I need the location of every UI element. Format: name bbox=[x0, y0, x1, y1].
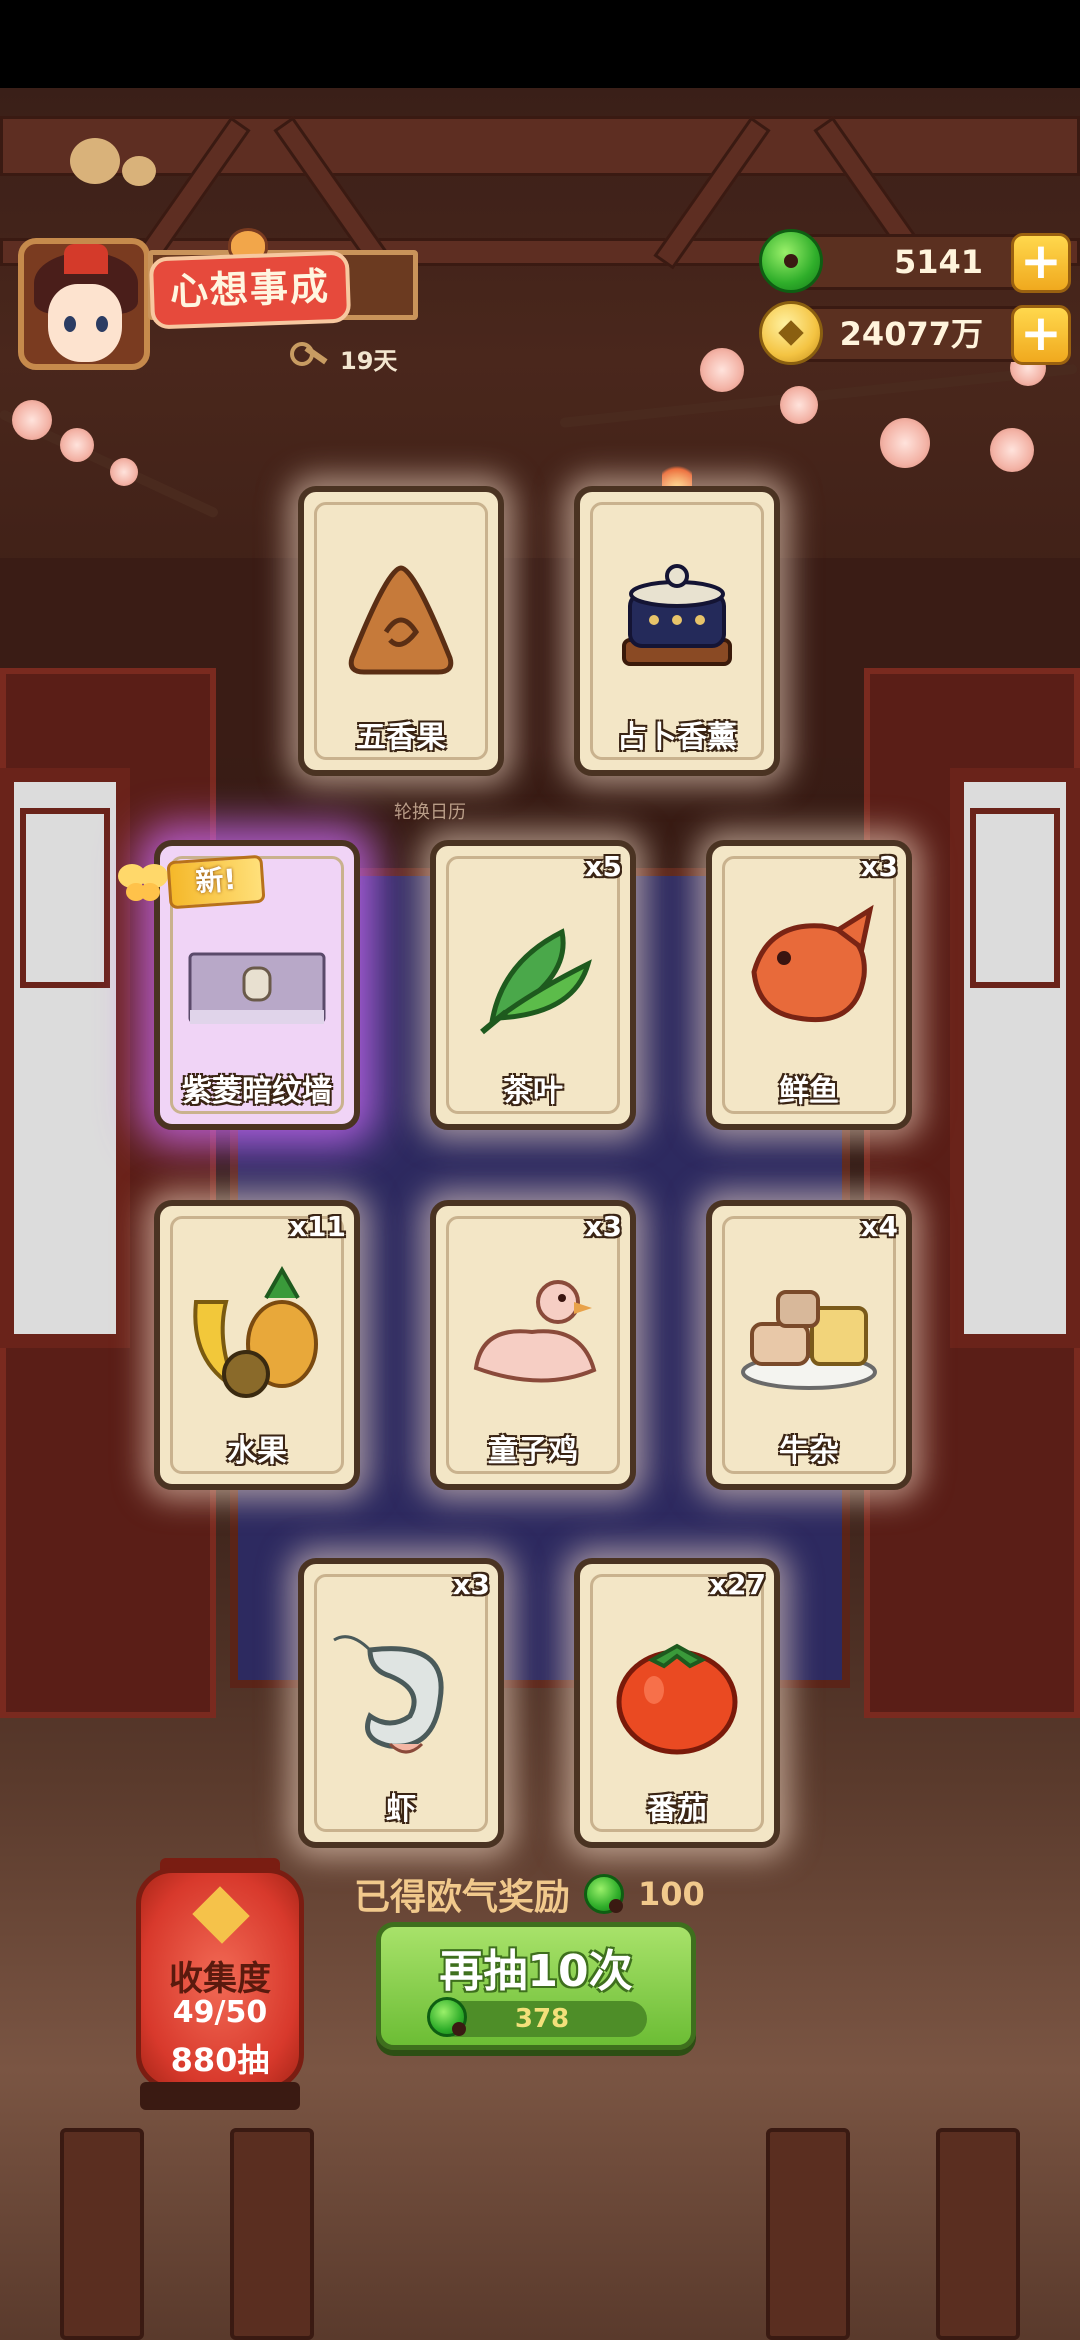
chicken-icon bbox=[473, 1280, 597, 1383]
add-jade-button[interactable]: + bbox=[1011, 233, 1071, 293]
fish-icon bbox=[751, 904, 874, 1023]
floor-post bbox=[230, 2128, 314, 2340]
days-counter: 19天 bbox=[290, 338, 397, 378]
card-name: 鲜鱼 bbox=[779, 1074, 839, 1109]
avatar-crown bbox=[64, 244, 108, 274]
gold-coin-icon bbox=[759, 301, 823, 365]
draw-cost-bar: 378 bbox=[427, 1997, 647, 2037]
collection-draws: 880抽 bbox=[170, 2041, 270, 2079]
floor-post bbox=[766, 2128, 850, 2340]
fruit-icon bbox=[193, 1265, 318, 1398]
window-lattice bbox=[970, 808, 1060, 988]
card-shrimp[interactable]: x3 虾 bbox=[298, 1558, 504, 1848]
new-badge: 新! bbox=[166, 854, 266, 910]
card-name: 童子鸡 bbox=[488, 1434, 578, 1469]
avatar-eye bbox=[96, 316, 108, 332]
blossom bbox=[990, 428, 1034, 472]
shrimp-icon bbox=[333, 1635, 444, 1754]
card-beef-offal[interactable]: x4 牛杂 bbox=[706, 1200, 912, 1490]
reward-text: 已得欧气奖励 bbox=[354, 1877, 571, 1918]
card-count: x3 bbox=[860, 850, 898, 883]
tomato-icon bbox=[616, 1643, 738, 1755]
card-fish[interactable]: x3 鲜鱼 bbox=[706, 840, 912, 1130]
purple-wall-icon bbox=[188, 952, 326, 1024]
status-bar bbox=[0, 0, 1080, 88]
incense-burner-icon bbox=[622, 564, 732, 666]
add-gold-button[interactable]: + bbox=[1011, 305, 1071, 365]
draw-cost: 378 bbox=[514, 2004, 570, 2034]
blossom bbox=[12, 400, 52, 440]
reward-value: 100 bbox=[638, 1875, 705, 1913]
fu-charm-icon bbox=[192, 1886, 250, 1944]
butterfly-icon bbox=[118, 864, 168, 901]
card-count: x4 bbox=[860, 1210, 898, 1243]
roof-beam bbox=[0, 116, 1080, 176]
card-name: 虾 bbox=[386, 1792, 416, 1827]
draw-again-button[interactable]: 再抽10次 378 bbox=[376, 1922, 696, 2050]
card-name: 番茄 bbox=[647, 1792, 707, 1827]
card-count: x3 bbox=[584, 1210, 622, 1243]
tea-leaf-icon bbox=[480, 928, 592, 1035]
gold-amount: 24077万 bbox=[839, 315, 983, 353]
card-incense-burner[interactable]: 占卜香薰 bbox=[574, 486, 780, 776]
window-lattice bbox=[20, 808, 110, 988]
card-name: 水果 bbox=[227, 1434, 287, 1469]
card-name: 紫菱暗纹墙 bbox=[182, 1074, 332, 1109]
blossom bbox=[880, 418, 930, 468]
avatar-eye bbox=[64, 316, 76, 332]
jade-coin-icon bbox=[759, 229, 823, 293]
chick-decoration bbox=[122, 156, 156, 186]
jade-coin-icon bbox=[584, 1874, 625, 1914]
floor-post bbox=[60, 2128, 144, 2340]
reward-row: 已得欧气奖励 100 bbox=[354, 1866, 705, 1922]
rotate-calendar-label: 轮换日历 bbox=[394, 802, 466, 823]
blossom bbox=[780, 386, 818, 424]
collection-lantern[interactable]: 收集度 49/50 880抽 bbox=[136, 1868, 304, 2090]
jade-currency: 5141 + bbox=[759, 229, 1071, 293]
beef-offal-icon bbox=[741, 1290, 877, 1390]
card-count: x5 bbox=[584, 850, 622, 883]
card-count: x27 bbox=[708, 1568, 766, 1601]
player-title[interactable]: 心想事成 bbox=[148, 250, 352, 330]
card-chicken[interactable]: x3 童子鸡 bbox=[430, 1200, 636, 1490]
collection-title: 收集度 bbox=[169, 1959, 271, 1999]
card-name: 占卜香薰 bbox=[617, 720, 737, 755]
blossom bbox=[700, 348, 744, 392]
key-icon bbox=[290, 340, 330, 376]
blossom bbox=[60, 428, 94, 462]
card-name: 牛杂 bbox=[779, 1434, 839, 1469]
chick-decoration bbox=[70, 138, 120, 184]
card-tea-leaf[interactable]: x5 茶叶 bbox=[430, 840, 636, 1130]
player-avatar[interactable] bbox=[18, 238, 150, 370]
branch bbox=[559, 363, 1078, 428]
blossom bbox=[110, 458, 138, 486]
card-count: x11 bbox=[288, 1210, 346, 1243]
gold-currency: 24077万 + bbox=[759, 301, 1071, 365]
card-name: 五香果 bbox=[356, 720, 446, 755]
collection-progress: 49/50 bbox=[172, 1995, 268, 2030]
jade-amount: 5141 bbox=[893, 243, 983, 281]
avatar-face bbox=[48, 284, 122, 362]
card-fruit[interactable]: x11 水果 bbox=[154, 1200, 360, 1490]
card-five-spice-fruit[interactable]: 五香果 bbox=[298, 486, 504, 776]
days-text: 19天 bbox=[340, 346, 398, 375]
card-count: x3 bbox=[452, 1568, 490, 1601]
draw-again-label: 再抽10次 bbox=[439, 1946, 633, 1997]
card-name: 茶叶 bbox=[503, 1074, 563, 1109]
floor-post bbox=[936, 2128, 1020, 2340]
card-tomato[interactable]: x27 番茄 bbox=[574, 1558, 780, 1848]
five-spice-fruit-icon bbox=[348, 565, 454, 675]
lantern-base bbox=[140, 2082, 300, 2110]
